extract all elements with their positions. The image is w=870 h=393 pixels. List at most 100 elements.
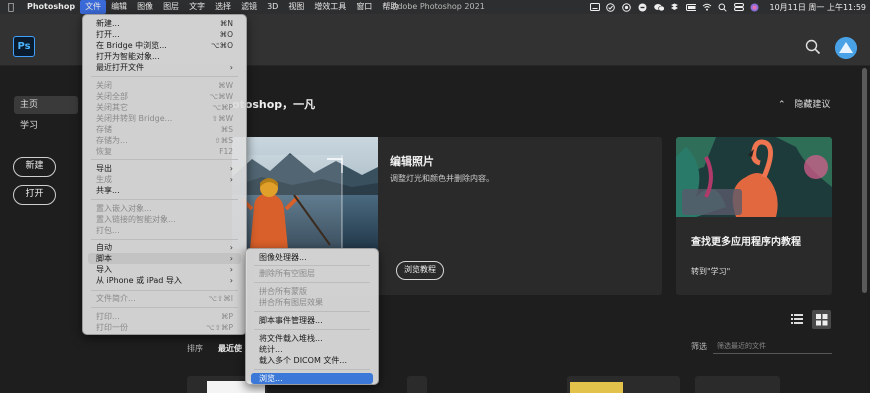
app-status-icon[interactable] — [638, 3, 648, 12]
menu-item-scripts[interactable]: 脚本 › — [88, 253, 241, 264]
account-avatar[interactable] — [835, 37, 857, 59]
menu-item-label: 恢复 — [96, 147, 112, 156]
menu-separator — [91, 76, 238, 77]
scrollbar[interactable] — [862, 68, 867, 293]
spotlight-icon[interactable] — [718, 3, 728, 12]
menu-item-browse-in-bridge[interactable]: 在 Bridge 中浏览... ⌥⌘O — [88, 40, 241, 51]
battery-icon[interactable] — [685, 3, 696, 12]
menu-item-label: 从 iPhone 或 iPad 导入 — [96, 276, 182, 285]
filter-label: 筛选 — [691, 342, 707, 351]
menu-item-revert[interactable]: 恢复 F12 — [88, 146, 241, 157]
menu-item-automate[interactable]: 自动 › — [88, 242, 241, 253]
menu-separator — [254, 329, 370, 330]
menu-file[interactable]: 文件 — [80, 0, 107, 14]
menu-edit[interactable]: 编辑 — [106, 0, 132, 14]
menu-item-load-files-into-stack[interactable]: 将文件载入堆栈... — [251, 333, 373, 344]
menu-image[interactable]: 图像 — [132, 0, 158, 14]
app-menu[interactable]: Photoshop — [22, 0, 80, 14]
wechat-icon[interactable] — [653, 3, 664, 12]
screen-record-icon[interactable] — [622, 2, 632, 12]
menu-item-close-go-bridge[interactable]: 关闭并转到 Bridge... ⇧⌘W — [88, 113, 241, 124]
learn-more-title: 查找更多应用程序内教程 — [691, 237, 801, 248]
filter-input[interactable]: 筛选最近的文件 — [713, 337, 832, 354]
menu-item-delete-empty-layers[interactable]: 删除所有空图层 — [251, 268, 373, 279]
chevron-right-icon: › — [229, 164, 233, 173]
new-button[interactable]: 新建 — [13, 157, 56, 177]
list-view-icon[interactable] — [790, 312, 804, 326]
control-center-icon[interactable] — [733, 3, 744, 12]
circle-status-icon[interactable] — [606, 2, 616, 12]
menu-item-image-processor[interactable]: 图像处理器... — [251, 252, 373, 263]
menu-separator — [91, 239, 238, 240]
menu-item-close-all[interactable]: 关闭全部 ⌥⌘W — [88, 91, 241, 102]
menu-item-statistics[interactable]: 统计... — [251, 344, 373, 355]
menu-item-label: 打印... — [96, 312, 120, 321]
menu-item-browse[interactable]: 浏览... — [251, 373, 373, 384]
open-button[interactable]: 打开 — [13, 185, 56, 205]
sort-label: 排序 — [187, 344, 203, 353]
menu-window[interactable]: 窗口 — [351, 0, 377, 14]
recent-file-thumbnail[interactable] — [695, 376, 780, 393]
menu-item-open[interactable]: 打开... ⌘O — [88, 29, 241, 40]
menu-shortcut: ⌘O — [219, 30, 233, 39]
hide-suggestions-button[interactable]: ⌃ 隐藏建议 — [778, 97, 830, 110]
menu-item-generate[interactable]: 生成 › — [88, 174, 241, 185]
siri-icon[interactable] — [750, 3, 760, 12]
menu-item-package[interactable]: 打包... — [88, 225, 241, 236]
menu-item-export[interactable]: 导出 › — [88, 163, 241, 174]
recent-file-thumbnail[interactable] — [567, 376, 680, 393]
keyboard-icon[interactable] — [589, 3, 600, 12]
menu-item-place-embedded[interactable]: 置入嵌入对象... — [88, 203, 241, 214]
menu-item-print-one-copy[interactable]: 打印一份 ⌥⇧⌘P — [88, 322, 241, 333]
menu-item-load-dicom[interactable]: 载入多个 DICOM 文件... — [251, 355, 373, 366]
go-to-learn-link[interactable]: 转到"学习" — [691, 266, 730, 277]
menu-shortcut: ⌥⌘W — [209, 92, 233, 101]
menu-item-label: 自动 — [96, 243, 112, 252]
photoshop-logo: Ps — [13, 36, 35, 57]
menu-separator — [91, 290, 238, 291]
menu-item-save-as[interactable]: 存储为... ⇧⌘S — [88, 135, 241, 146]
learn-more-card[interactable]: 查找更多应用程序内教程 转到"学习" — [676, 137, 832, 295]
menu-item-script-events-manager[interactable]: 脚本事件管理器... — [251, 315, 373, 326]
menu-plugins[interactable]: 增效工具 — [309, 0, 351, 14]
sort-dropdown[interactable]: 最近使 — [218, 343, 242, 354]
menu-item-import-from-iphone[interactable]: 从 iPhone 或 iPad 导入 › — [88, 275, 241, 286]
window-title: Adobe Photoshop 2021 — [392, 2, 485, 11]
menu-view[interactable]: 视图 — [283, 0, 309, 14]
dropbox-icon[interactable] — [670, 3, 680, 12]
search-icon[interactable] — [805, 39, 821, 55]
menu-item-place-linked[interactable]: 置入链接的智能对象... — [88, 214, 241, 225]
wifi-icon[interactable] — [702, 3, 712, 12]
grid-view-icon[interactable] — [812, 310, 831, 329]
menu-item-close[interactable]: 关闭 ⌘W — [88, 80, 241, 91]
menubar-clock[interactable]: 10月11日 周一 上午11:59 — [770, 2, 867, 13]
tutorial-title: 编辑照片 — [390, 155, 434, 168]
menu-3d[interactable]: 3D — [262, 0, 283, 14]
menu-item-share[interactable]: 共享... — [88, 185, 241, 196]
menu-item-save[interactable]: 存储 ⌘S — [88, 124, 241, 135]
menu-item-flatten-layer-effects[interactable]: 拼合所有图层效果 — [251, 297, 373, 308]
menu-item-flatten-masks[interactable]: 拼合所有蒙版 — [251, 286, 373, 297]
recent-file-thumbnail[interactable] — [407, 376, 427, 393]
menu-item-import[interactable]: 导入 › — [88, 264, 241, 275]
menu-item-recent-files[interactable]: 最近打开文件 › — [88, 62, 241, 73]
browse-tutorials-button[interactable]: 浏览教程 — [396, 261, 444, 280]
menu-item-label: 打包... — [96, 226, 120, 235]
hide-suggestions-label: 隐藏建议 — [794, 100, 831, 110]
menu-type[interactable]: 文字 — [184, 0, 210, 14]
menu-filter[interactable]: 滤镜 — [236, 0, 262, 14]
menu-item-file-info[interactable]: 文件简介... ⌥⇧⌘I — [88, 293, 241, 304]
nav-learn[interactable]: 学习 — [14, 117, 78, 135]
apple-icon[interactable]:  — [0, 2, 22, 13]
menu-separator — [254, 265, 370, 266]
nav-home[interactable]: 主页 — [14, 96, 78, 114]
menu-shortcut: ⌥⇧⌘I — [208, 294, 233, 303]
menu-item-open-smart-object[interactable]: 打开为智能对象... — [88, 51, 241, 62]
menu-item-print[interactable]: 打印... ⌘P — [88, 311, 241, 322]
menu-item-new[interactable]: 新建... ⌘N — [88, 18, 241, 29]
menu-item-close-others[interactable]: 关闭其它 ⌥⌘P — [88, 102, 241, 113]
menu-select[interactable]: 选择 — [210, 0, 236, 14]
menu-separator — [91, 159, 238, 160]
chevron-right-icon: › — [229, 63, 233, 72]
menu-layer[interactable]: 图层 — [158, 0, 184, 14]
